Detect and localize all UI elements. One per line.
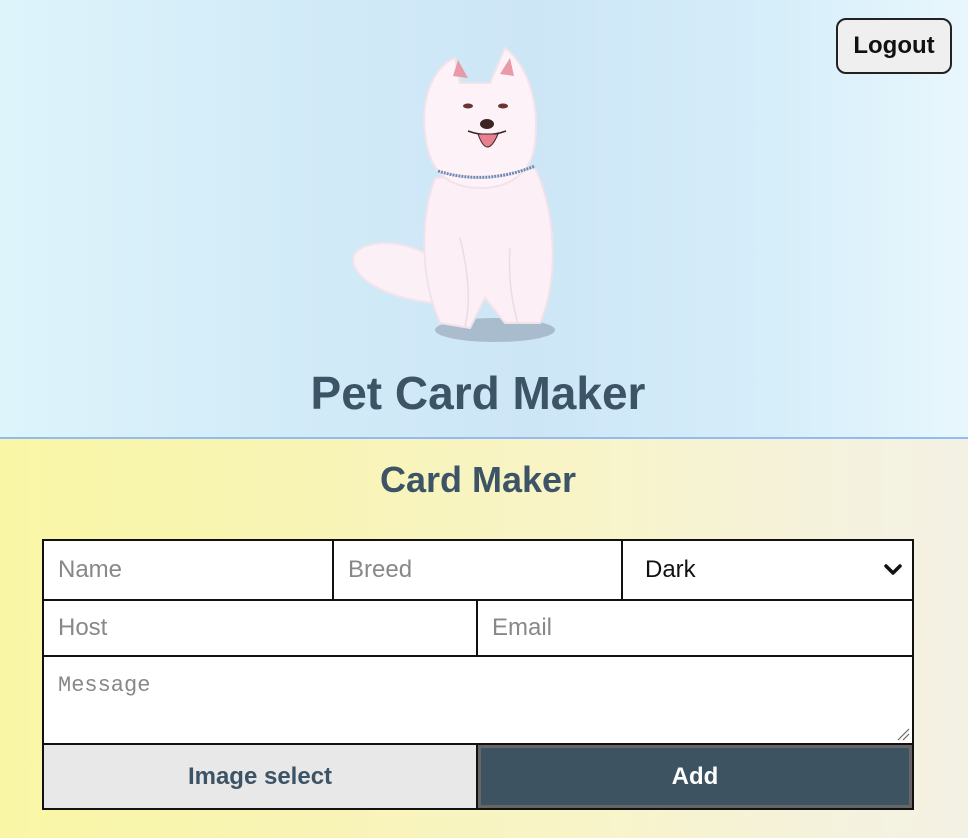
resize-handle-icon[interactable] bbox=[896, 727, 910, 741]
image-select-button[interactable]: Image select bbox=[44, 745, 478, 808]
host-cell bbox=[44, 601, 478, 657]
name-input[interactable] bbox=[44, 541, 332, 599]
logout-button[interactable]: Logout bbox=[836, 18, 952, 74]
app-title: Pet Card Maker bbox=[310, 367, 646, 419]
name-cell bbox=[44, 541, 334, 601]
theme-select[interactable]: Dark bbox=[623, 541, 912, 601]
breed-cell bbox=[334, 541, 623, 601]
message-cell bbox=[44, 657, 912, 745]
add-button[interactable]: Add bbox=[478, 745, 912, 808]
email-input[interactable] bbox=[478, 601, 912, 655]
breed-input[interactable] bbox=[334, 541, 621, 599]
email-cell bbox=[478, 601, 912, 657]
theme-selected-value: Dark bbox=[645, 556, 696, 583]
card-maker-title: Card Maker bbox=[379, 459, 577, 500]
message-textarea[interactable] bbox=[44, 657, 912, 743]
dog-logo-illustration bbox=[352, 46, 555, 342]
chevron-down-icon bbox=[884, 564, 902, 575]
host-input[interactable] bbox=[44, 601, 476, 655]
card-form: Dark Image select Add bbox=[42, 539, 914, 810]
header: Logout Pet Card Maker bbox=[0, 0, 968, 439]
